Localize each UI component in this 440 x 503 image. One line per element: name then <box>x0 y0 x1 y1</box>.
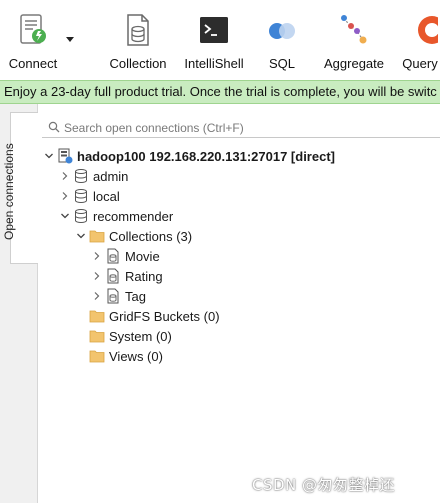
folder-label: Views (0) <box>109 348 163 364</box>
watermark: CSDN @匆匆整棹还 <box>252 476 396 494</box>
collection-button[interactable]: Collection <box>102 0 174 78</box>
chevron-right-icon[interactable] <box>92 251 102 261</box>
tree-database-admin[interactable]: admin <box>60 166 128 186</box>
trial-banner: Enjoy a 23-day full product trial. Once … <box>0 80 440 104</box>
database-icon <box>75 209 87 223</box>
sql-label: SQL <box>268 56 295 71</box>
connect-label: Connect <box>8 56 58 71</box>
chevron-down-icon[interactable] <box>60 211 70 221</box>
tree-collections-folder[interactable]: Collections (3) <box>76 226 192 246</box>
chevron-right-icon[interactable] <box>60 171 70 181</box>
chevron-right-icon[interactable] <box>60 191 70 201</box>
connection-label: hadoop100 192.168.220.131:27017 [direct] <box>77 148 335 164</box>
aggregate-button[interactable]: Aggregate <box>318 0 390 78</box>
search-input[interactable] <box>64 118 434 137</box>
sql-icon <box>269 23 295 39</box>
search-icon <box>48 121 60 133</box>
folder-label: Collections (3) <box>109 228 193 244</box>
query-icon <box>418 16 438 44</box>
folder-icon <box>89 350 105 363</box>
connect-icon <box>20 14 46 44</box>
tree-collection-tag[interactable]: Tag <box>92 286 146 306</box>
open-connections-tab-label[interactable]: Open connections <box>2 143 16 240</box>
tree-database-local[interactable]: local <box>60 186 120 206</box>
collection-icon <box>107 288 119 304</box>
query-label: Query <box>402 56 438 71</box>
folder-icon <box>89 230 105 243</box>
collection-label: Tag <box>125 288 146 304</box>
folder-label: System (0) <box>109 328 172 344</box>
database-icon <box>75 169 87 183</box>
collection-icon <box>107 268 119 284</box>
aggregate-pipeline-icon <box>341 15 367 44</box>
chevron-right-icon[interactable] <box>92 271 102 281</box>
tree-connection-node[interactable]: hadoop100 192.168.220.131:27017 [direct] <box>44 146 335 166</box>
database-label: local <box>93 188 120 204</box>
chevron-down-icon[interactable] <box>44 151 54 161</box>
intellishell-button[interactable]: IntelliShell <box>180 0 248 78</box>
intellishell-label: IntelliShell <box>184 56 244 71</box>
tree-system-folder[interactable]: System (0) <box>76 326 172 346</box>
folder-icon <box>89 330 105 343</box>
terminal-icon <box>200 17 228 43</box>
tree-collection-movie[interactable]: Movie <box>92 246 160 266</box>
folder-label: GridFS Buckets (0) <box>109 308 220 324</box>
collection-icon <box>127 14 149 46</box>
chevron-right-icon[interactable] <box>92 291 102 301</box>
tree-database-recommender[interactable]: recommender <box>60 206 173 226</box>
connect-dropdown-caret-icon[interactable] <box>66 37 74 42</box>
tree-views-folder[interactable]: Views (0) <box>76 346 163 366</box>
aggregate-label: Aggregate <box>324 56 384 71</box>
folder-icon <box>89 310 105 323</box>
connections-panel: hadoop100 192.168.220.131:27017 [direct]… <box>38 104 440 503</box>
collection-label: Collection <box>109 56 167 71</box>
database-label: admin <box>93 168 129 184</box>
search-bar <box>42 118 440 138</box>
database-label: recommender <box>93 208 174 224</box>
sql-button[interactable]: SQL <box>258 0 306 78</box>
chevron-down-icon[interactable] <box>76 231 86 241</box>
connect-button[interactable]: Connect <box>4 0 62 78</box>
collection-label: Movie <box>125 248 160 264</box>
main-toolbar: Connect Collection IntelliShell SQL Aggr… <box>0 0 440 80</box>
tree-collection-rating[interactable]: Rating <box>92 266 163 286</box>
tree-gridfs-folder[interactable]: GridFS Buckets (0) <box>76 306 220 326</box>
server-icon <box>58 148 73 164</box>
database-icon <box>75 189 87 203</box>
query-button[interactable]: Query <box>396 0 440 78</box>
collection-label: Rating <box>125 268 163 284</box>
collection-icon <box>107 248 119 264</box>
